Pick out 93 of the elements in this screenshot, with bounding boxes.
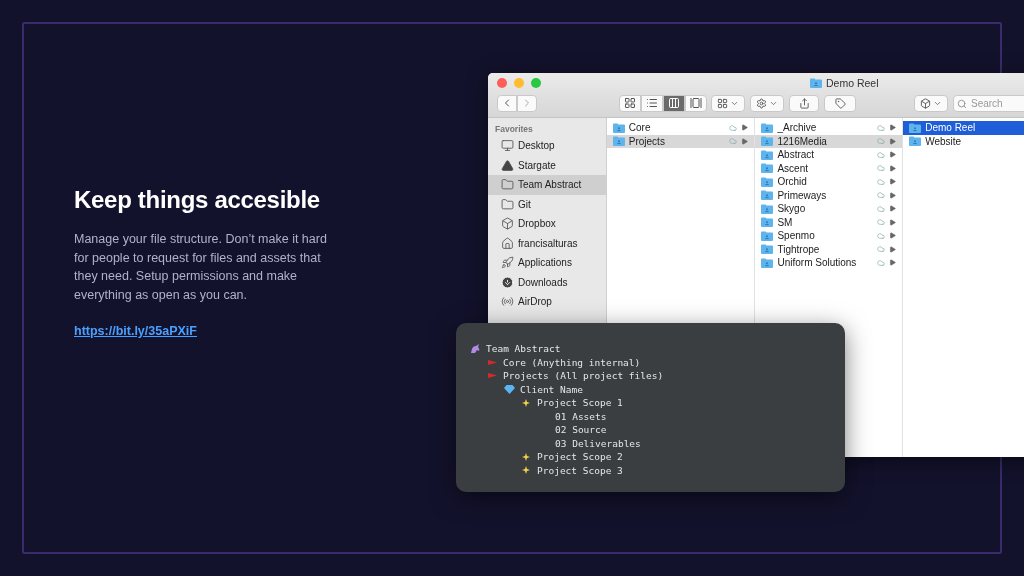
tag-icon xyxy=(834,97,846,109)
sidebar-item[interactable]: Desktop xyxy=(488,136,606,156)
sidebar-heading: Favorites xyxy=(494,124,534,136)
action-button[interactable] xyxy=(750,94,784,112)
flag-icon xyxy=(487,357,498,367)
share-icon xyxy=(798,97,810,109)
view-mode-button[interactable] xyxy=(685,94,707,112)
box-icon xyxy=(501,217,514,231)
folder-icon xyxy=(761,176,774,187)
grid-icon xyxy=(624,97,636,109)
folder-icon xyxy=(761,136,774,147)
sidebar-item[interactable]: Git xyxy=(488,194,606,214)
grid-icon xyxy=(717,97,728,109)
folder-row[interactable]: Abstract xyxy=(755,148,903,162)
share-button[interactable] xyxy=(789,94,819,112)
folder-row[interactable]: _Archive xyxy=(755,121,903,135)
window-title: Demo Reel xyxy=(826,77,879,89)
rocket-icon xyxy=(501,256,514,270)
tree-line: 03 Deliverables xyxy=(555,437,641,449)
folder-icon xyxy=(501,197,514,211)
tree-line: Project Scope 2 xyxy=(537,451,623,463)
dropbox-button[interactable] xyxy=(914,94,948,112)
folder-icon xyxy=(909,122,922,133)
tree-line: Team Abstract xyxy=(486,343,561,355)
folder-row[interactable]: Tightrope xyxy=(755,242,903,256)
folder-row[interactable]: Demo Reel xyxy=(903,121,1024,135)
folder-icon xyxy=(761,203,774,214)
folder-row[interactable]: Ascent xyxy=(755,161,903,175)
close-button[interactable] xyxy=(497,78,507,88)
folder-row[interactable]: Skygo xyxy=(755,202,903,216)
folder-icon xyxy=(612,122,625,133)
zoom-button[interactable] xyxy=(531,78,541,88)
view-mode-button[interactable] xyxy=(641,94,663,112)
sparkle-icon xyxy=(521,451,532,462)
tree-line: Project Scope 1 xyxy=(537,397,623,409)
folder-row[interactable]: Primeways xyxy=(755,188,903,202)
folder-row[interactable]: Uniform Solutions xyxy=(755,256,903,270)
tree-line: 02 Source xyxy=(555,424,607,436)
columns-icon xyxy=(668,97,680,109)
search-icon xyxy=(957,98,967,109)
folder-row[interactable]: Projects xyxy=(606,134,755,148)
tree-line: Client Name xyxy=(520,383,583,395)
tree-line: Project Scope 3 xyxy=(537,464,623,476)
folder-row[interactable]: SM xyxy=(755,215,903,229)
monitor-icon xyxy=(501,139,514,153)
folder-row[interactable]: Spenmo xyxy=(755,229,903,243)
folder-row[interactable]: 1216Media xyxy=(755,134,903,148)
triangle-icon xyxy=(501,158,514,172)
folder-icon xyxy=(761,149,774,160)
folder-icon xyxy=(501,178,514,192)
folder-icon xyxy=(761,230,774,241)
search-field[interactable]: Search xyxy=(953,94,1024,112)
view-mode-button[interactable] xyxy=(619,94,641,112)
folder-icon xyxy=(761,257,774,268)
folder-row[interactable]: Website xyxy=(903,134,1024,148)
folder-icon xyxy=(761,244,774,255)
sidebar-item[interactable]: Team Abstract xyxy=(488,175,606,195)
slide-title: Keep things accesible xyxy=(74,186,321,214)
home-icon xyxy=(501,236,514,250)
folder-icon xyxy=(761,122,774,133)
sparkle-icon xyxy=(521,397,532,408)
sidebar-item[interactable]: AirDrop xyxy=(488,292,606,312)
folder-row[interactable]: Orchid xyxy=(755,175,903,189)
gem-icon xyxy=(504,384,515,394)
folder-icon xyxy=(612,136,625,147)
sidebar-item[interactable]: francisalturas xyxy=(488,233,606,253)
flag-icon xyxy=(487,371,498,381)
sidebar-item[interactable]: Downloads xyxy=(488,272,606,292)
body-text: Manage your file structure. Don’t make it hard for people to request for files and assets that they need. Setup permissions and make everything as open as you can. xyxy=(74,231,328,304)
download-icon xyxy=(501,275,514,289)
short-link[interactable]: https://bit.ly/35aPXiF xyxy=(74,324,197,338)
arrange-button[interactable] xyxy=(711,94,745,112)
airdrop-icon xyxy=(501,295,514,309)
folder-icon xyxy=(909,136,922,147)
sidebar-item[interactable]: Stargate xyxy=(488,155,606,175)
box-icon xyxy=(920,97,931,109)
tree-line: 01 Assets xyxy=(555,410,607,422)
tree-line: Core (Anything internal) xyxy=(503,356,641,368)
folder-row[interactable]: Core xyxy=(606,121,755,135)
view-mode-button[interactable] xyxy=(663,94,685,112)
settings-icon xyxy=(756,97,767,109)
back-button[interactable] xyxy=(497,94,517,112)
tag-button[interactable] xyxy=(824,94,856,112)
sidebar-item[interactable]: Dropbox xyxy=(488,214,606,234)
tree-line: Projects (All project files) xyxy=(503,370,664,382)
sidebar-item[interactable]: Applications xyxy=(488,253,606,273)
gallery-icon xyxy=(690,97,702,109)
folder-icon xyxy=(761,163,774,174)
folder-icon xyxy=(810,78,822,88)
folder-icon xyxy=(761,190,774,201)
folder-icon xyxy=(761,217,774,228)
sparkle-icon xyxy=(521,465,532,476)
list-icon xyxy=(646,97,658,109)
